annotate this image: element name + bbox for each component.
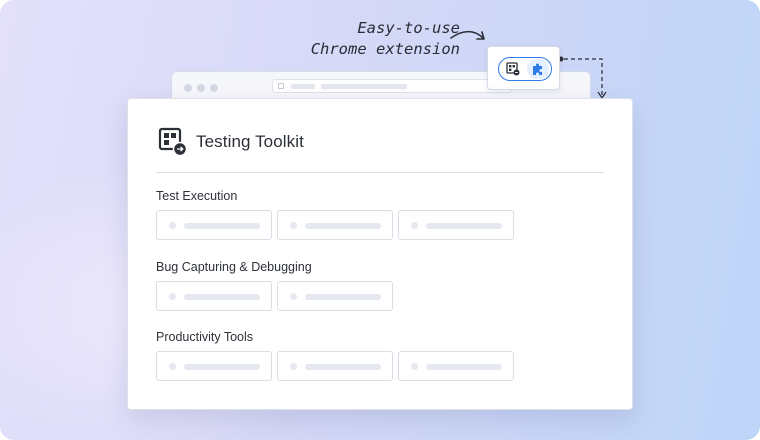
tool-tile[interactable] <box>156 281 272 311</box>
tool-tile[interactable] <box>277 351 393 381</box>
section-tiles-test-execution <box>156 210 514 240</box>
tool-tile[interactable] <box>398 210 514 240</box>
tool-tile[interactable] <box>277 281 393 311</box>
testing-toolkit-panel: Testing Toolkit Test Execution Bug Captu… <box>127 98 633 410</box>
extension-popup <box>487 46 560 90</box>
puzzle-glyph-icon <box>533 63 542 75</box>
address-bar[interactable] <box>272 79 512 93</box>
section-label-test-execution: Test Execution <box>156 189 238 203</box>
tool-tile[interactable] <box>398 351 514 381</box>
puzzle-piece-icon[interactable] <box>527 59 549 79</box>
panel-header: Testing Toolkit <box>158 127 304 157</box>
window-dot-icon <box>197 84 205 92</box>
panel-title: Testing Toolkit <box>196 132 304 151</box>
testing-toolkit-icon <box>506 62 520 76</box>
background-stage: Easy-to-use Chrome extension Testing Too… <box>0 0 760 440</box>
section-label-productivity-tools: Productivity Tools <box>156 330 254 344</box>
section-tiles-bug-capturing <box>156 281 393 311</box>
tool-tile[interactable] <box>277 210 393 240</box>
tool-tile[interactable] <box>156 210 272 240</box>
callout-line-1: Easy-to-use <box>357 19 460 37</box>
testing-toolkit-logo-icon <box>158 127 188 157</box>
address-placeholder <box>321 84 407 89</box>
tool-tile[interactable] <box>156 351 272 381</box>
header-divider <box>156 172 604 173</box>
callout-line-2: Chrome extension <box>310 40 460 58</box>
callout-text: Easy-to-use Chrome extension <box>300 18 460 60</box>
connector-line <box>558 56 607 100</box>
section-tiles-productivity-tools <box>156 351 514 381</box>
extension-toggle[interactable] <box>498 57 552 81</box>
lock-icon <box>278 83 284 89</box>
section-label-bug-capturing: Bug Capturing & Debugging <box>156 260 312 274</box>
address-placeholder <box>291 84 315 89</box>
window-dot-icon <box>184 84 192 92</box>
window-dot-icon <box>210 84 218 92</box>
